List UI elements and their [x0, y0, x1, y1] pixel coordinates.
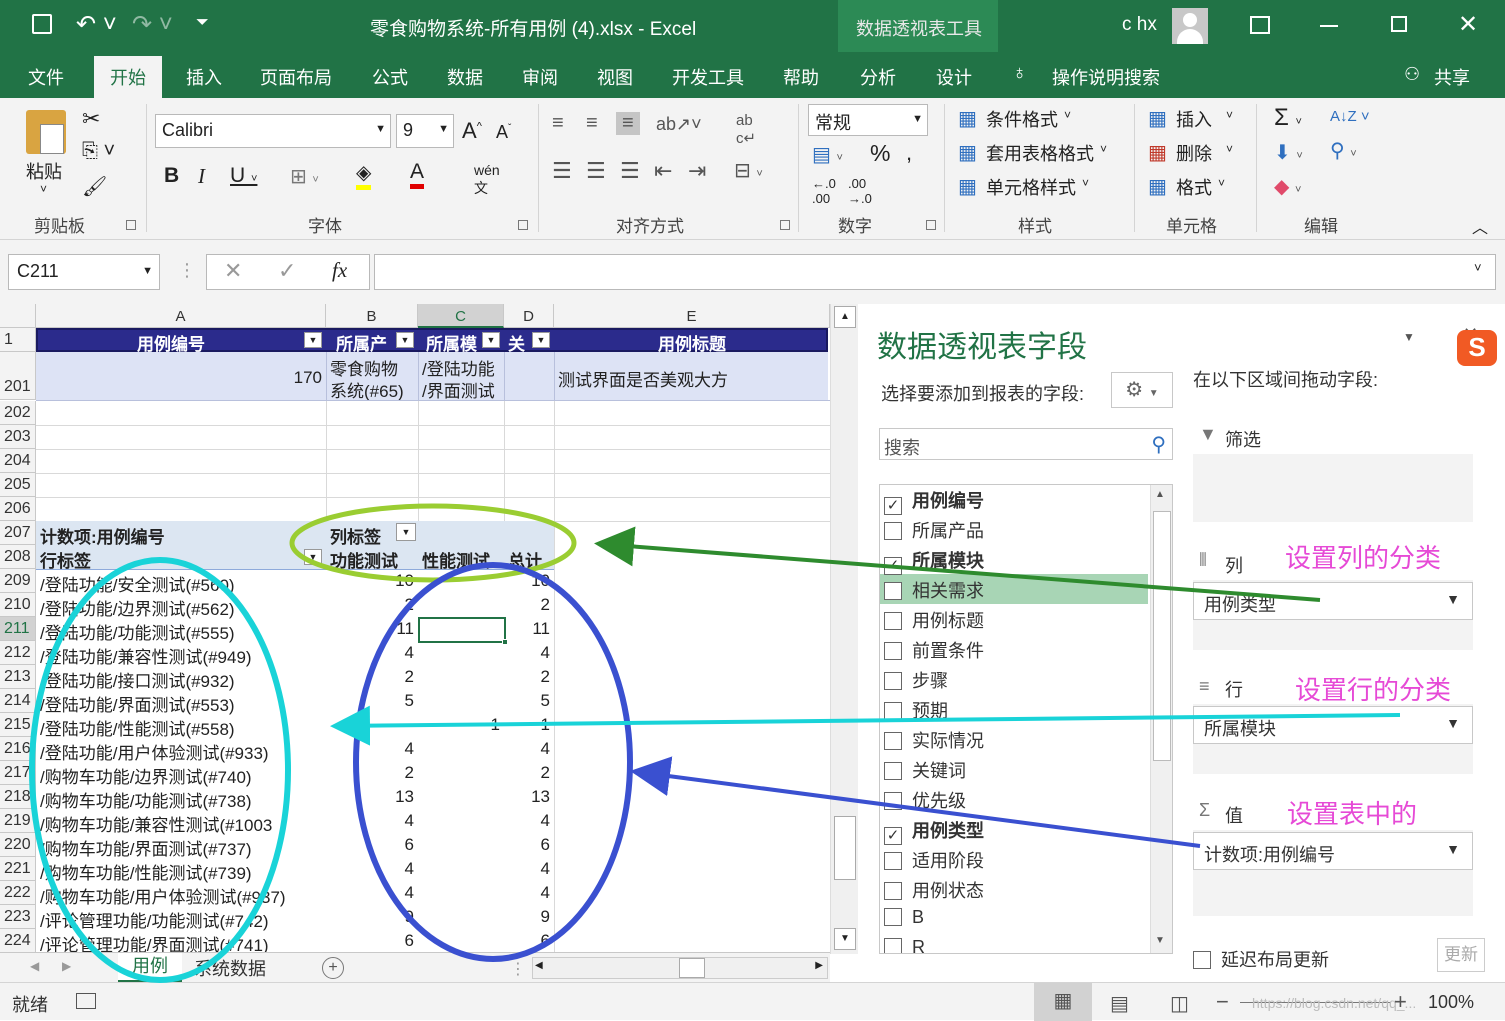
blue-ellipse [353, 562, 633, 962]
blue-arrow [630, 756, 1201, 848]
cyan-arrow [330, 705, 1401, 746]
annotation-overlay [29, 503, 1401, 983]
green-ellipse [289, 503, 577, 583]
cyan-ellipse [29, 557, 291, 983]
green-arrow [594, 526, 1321, 602]
